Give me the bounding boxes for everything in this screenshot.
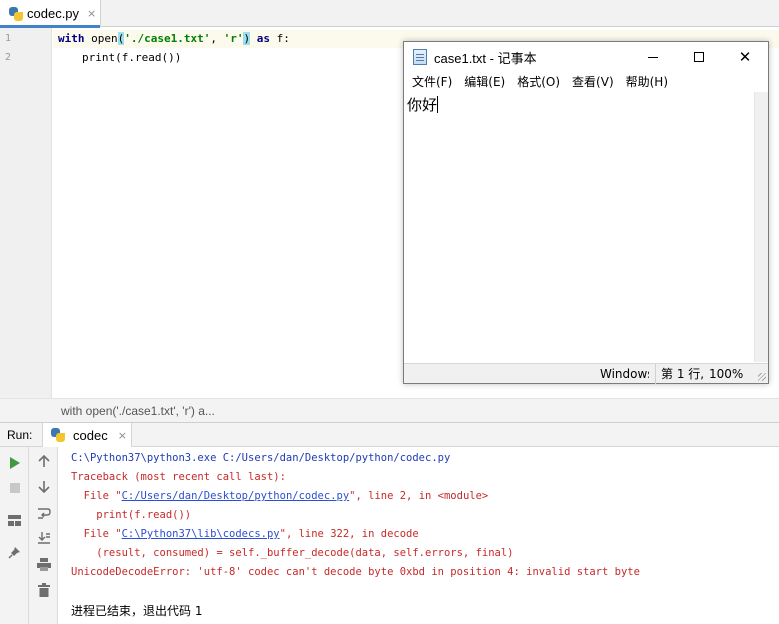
menu-view[interactable]: 查看(V) [566,72,620,92]
minimize-icon [648,56,658,58]
breadcrumb-bar: with open('./case1.txt', 'r') a... [0,398,779,422]
console-code-2: (result, consumed) = self._buffer_decode… [71,547,514,559]
notepad-icon [413,49,427,65]
console-exit-message: 进程已结束，退出代码 1 [71,604,203,618]
traceback-link-codec[interactable]: C:/Users/dan/Desktop/python/codec.py [122,490,350,502]
notepad-status-bar: Windows 第 1 行, 100% [404,363,768,384]
stop-icon [9,482,20,493]
resize-grip-icon[interactable] [758,373,766,381]
scroll-down-button[interactable] [33,476,54,497]
console-command: C:\Python37\python3.exe C:/Users/dan/Des… [71,452,451,464]
menu-help[interactable]: 帮助(H) [620,72,674,92]
run-toolbar-primary [0,447,29,624]
scroll-to-end-icon [37,532,50,544]
console-code-1: print(f.read()) [71,509,192,521]
play-icon [9,456,20,469]
print-icon [36,558,51,571]
notepad-vertical-scrollbar[interactable] [754,92,768,362]
code-line-1: with open('./case1.txt', 'r') as f: [58,32,290,45]
string-mode: 'r' [223,32,244,45]
close-icon: ✕ [738,48,752,66]
trash-icon [37,582,50,597]
menu-file[interactable]: 文件(F) [406,72,458,92]
string-path: './case1.txt' [124,32,211,45]
scroll-to-end-button[interactable] [33,527,54,548]
status-position: 第 1 行, [655,364,710,384]
text-caret [437,96,439,113]
run-console[interactable]: C:\Python37\python3.exe C:/Users/dan/Des… [59,447,779,624]
maximize-button[interactable] [676,42,722,72]
line-number-gutter: 1 2 [0,28,52,398]
notepad-text-area[interactable]: 你好 [404,92,754,362]
close-button[interactable]: ✕ [722,42,768,72]
notepad-title-bar[interactable]: case1.txt - 记事本 ✕ [404,42,768,72]
breadcrumb[interactable]: with open('./case1.txt', 'r') a... [61,404,215,418]
paren-close: ) [243,32,251,45]
menu-format[interactable]: 格式(O) [511,72,566,92]
python-file-icon [9,6,23,21]
comma: , [210,32,224,45]
notepad-menu-bar: 文件(F) 编辑(E) 格式(O) 查看(V) 帮助(H) [404,72,768,92]
maximize-icon [694,52,704,62]
rerun-button[interactable] [4,452,25,473]
scroll-up-button[interactable] [33,451,54,472]
run-label: Run: [7,428,33,442]
console-traceback: Traceback (most recent call last): [71,471,286,483]
variable-f: f: [276,32,290,45]
notepad-content: 你好 [407,96,438,114]
line-number: 1 [5,33,12,44]
editor-tab-codec-py[interactable]: codec.py × [0,0,101,28]
keyword-with: with [58,32,85,45]
soft-wrap-button[interactable] [33,502,54,523]
soft-wrap-icon [37,507,51,519]
notepad-window: case1.txt - 记事本 ✕ 文件(F) 编辑(E) 格式(O) 查看(V… [403,41,769,384]
print-button[interactable] [33,554,54,575]
console-frame-2: File "C:\Python37\lib\codecs.py", line 3… [71,528,419,540]
run-tab-label: codec [73,427,108,443]
code-line-2: print(f.read()) [82,51,182,64]
minimize-button[interactable] [630,42,676,72]
close-run-tab-icon[interactable]: × [118,429,127,442]
console-frame-1: File "C:/Users/dan/Desktop/python/codec.… [71,490,489,502]
notepad-title: case1.txt - 记事本 [434,50,537,66]
pin-icon [8,547,20,559]
python-run-icon [51,428,65,442]
layout-button[interactable] [4,510,25,531]
editor-tab-bar: codec.py × [0,0,779,28]
menu-edit[interactable]: 编辑(E) [458,72,511,92]
builtin-open: open [91,32,118,45]
arrow-down-icon [37,481,50,493]
arrow-up-icon [37,455,50,467]
console-error: UnicodeDecodeError: 'utf-8' codec can't … [71,566,640,578]
pin-button[interactable] [4,542,25,563]
run-tab-codec[interactable]: codec × [42,423,132,447]
traceback-link-codecs[interactable]: C:\Python37\lib\codecs.py [122,528,280,540]
close-tab-icon[interactable]: × [87,7,96,20]
keyword-as: as [256,32,270,45]
run-toolbar-secondary [29,447,58,624]
editor-tab-label: codec.py [27,6,80,21]
status-encoding: Windows [600,367,649,381]
run-panel-header: Run: codec × [0,422,779,447]
clear-console-button[interactable] [33,579,54,600]
stop-button[interactable] [4,477,25,498]
line-number: 2 [5,52,12,63]
status-zoom: 100% [709,367,744,381]
layout-icon [8,515,21,526]
